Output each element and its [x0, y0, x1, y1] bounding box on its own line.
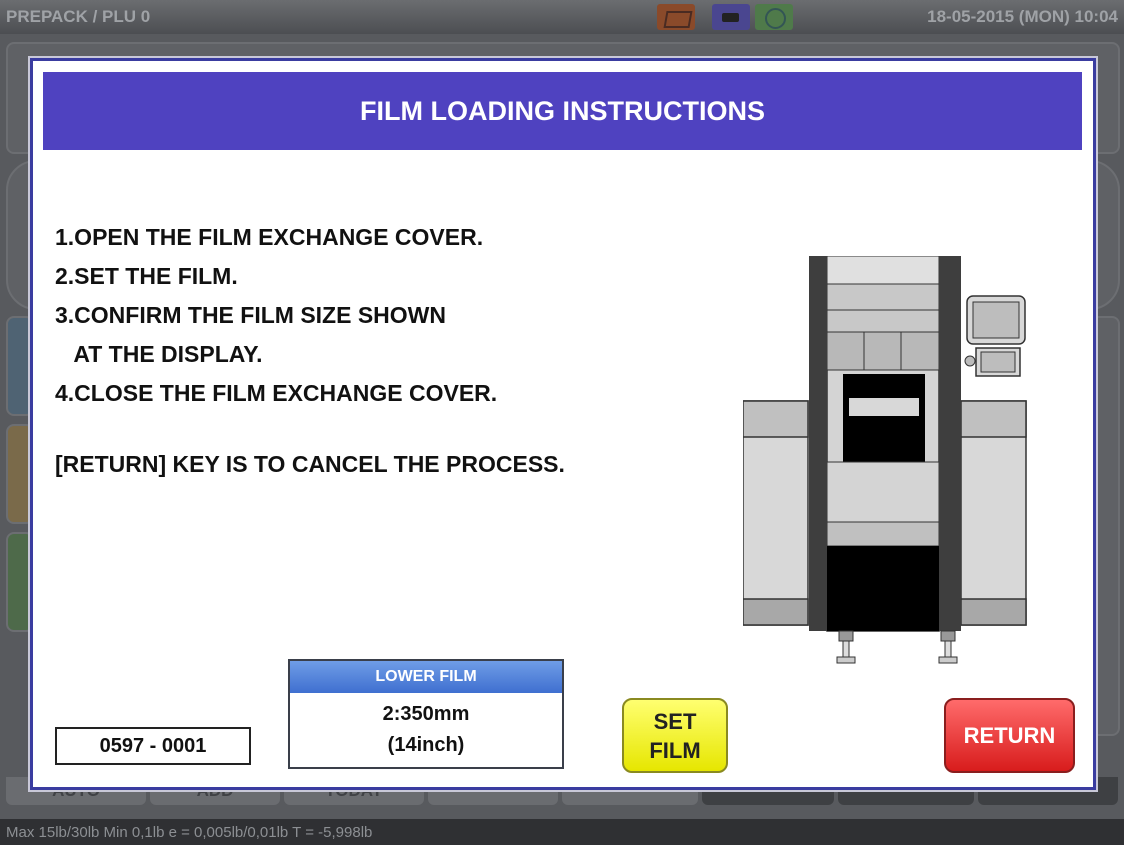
- cancel-note: [RETURN] KEY IS TO CANCEL THE PROCESS.: [55, 451, 565, 477]
- screen-title: PREPACK / PLU 0: [6, 7, 151, 26]
- printer-alert-icon: [657, 4, 695, 30]
- instruction-step: AT THE DISPLAY.: [55, 341, 263, 367]
- scale-info-bar: Max 15lb/30lb Min 0,1lb e = 0,005lb/0,01…: [0, 819, 1124, 845]
- film-info-panel: LOWER FILM 2:350mm (14inch): [288, 659, 564, 769]
- instruction-step: 2.SET THE FILM.: [55, 263, 238, 289]
- instruction-step: 4.CLOSE THE FILM EXCHANGE COVER.: [55, 380, 498, 406]
- instruction-step: 3.CONFIRM THE FILM SIZE SHOWN: [55, 302, 446, 328]
- film-loading-dialog: FILM LOADING INSTRUCTIONS 1.OPEN THE FIL…: [30, 58, 1096, 790]
- network-icon: [755, 4, 793, 30]
- battery-icon: [712, 4, 750, 30]
- set-film-button[interactable]: SET FILM: [622, 698, 728, 773]
- date-time: 18-05-2015 (MON) 10:04: [927, 7, 1118, 26]
- message-code: 0597 - 0001: [55, 727, 251, 765]
- set-film-button-label-line2: FILM: [649, 738, 701, 763]
- instruction-step: 1.OPEN THE FILM EXCHANGE COVER.: [55, 224, 484, 250]
- instruction-list: 1.OPEN THE FILM EXCHANGE COVER. 2.SET TH…: [55, 218, 735, 413]
- film-label: LOWER FILM: [290, 661, 562, 693]
- return-button[interactable]: RETURN: [944, 698, 1075, 773]
- wrapping-machine-illustration: [743, 256, 1027, 664]
- dialog-title: FILM LOADING INSTRUCTIONS: [43, 72, 1082, 150]
- set-film-button-label-line1: SET: [653, 709, 697, 734]
- top-status-bar: PREPACK / PLU 0 18-05-2015 (MON) 10:04: [0, 0, 1124, 34]
- film-size: 2:350mm: [382, 703, 470, 725]
- film-size-inch: (14inch): [387, 734, 465, 756]
